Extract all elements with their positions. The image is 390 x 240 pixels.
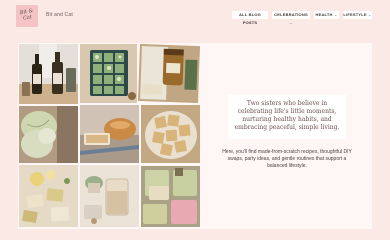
photo-sourdough-bread (80, 105, 139, 163)
photo-soap-molds (141, 166, 200, 227)
chevron-down-icon: ⌄ (289, 20, 293, 25)
photo-seedling-tray (80, 44, 137, 103)
photo-drink-glass (80, 165, 139, 227)
tagline-box: Two sisters who believe in celebrating l… (228, 95, 346, 139)
site-logo[interactable]: Bit & Cat (16, 5, 38, 27)
nav-label: LIFESTYLE (343, 12, 367, 17)
photo-honey-jar (138, 43, 200, 104)
nav-all-blog-posts[interactable]: ALL BLOG POSTS (232, 11, 268, 25)
nav-lifestyle[interactable]: LIFESTYLE ⌄ (343, 11, 372, 19)
nav-label: ALL BLOG POSTS (239, 12, 261, 25)
photo-olive-oil-bottles (19, 44, 78, 104)
chevron-down-icon: ⌄ (368, 12, 372, 17)
site-description: Here, you'll find made-from-scratch reci… (222, 149, 352, 169)
nav-label: HEALTH (315, 12, 333, 17)
site-header: Bit & Cat Bit and Cat ALL BLOG POSTS CEL… (0, 0, 390, 32)
brand-name[interactable]: Bit and Cat (46, 12, 73, 18)
photo-soap-bars (19, 165, 78, 227)
photo-cabbage-leaves (19, 106, 78, 163)
photo-crackers (141, 105, 200, 163)
chevron-down-icon: ⌄ (333, 12, 338, 17)
nav-health[interactable]: HEALTH ⌄ (314, 11, 339, 19)
logo-text: Bit & Cat (19, 7, 34, 22)
nav-celebrations[interactable]: CELEBRATIONS ⌄ (272, 11, 310, 25)
nav-label: CELEBRATIONS (274, 12, 308, 17)
tagline-text: Two sisters who believe in celebrating l… (234, 100, 340, 131)
